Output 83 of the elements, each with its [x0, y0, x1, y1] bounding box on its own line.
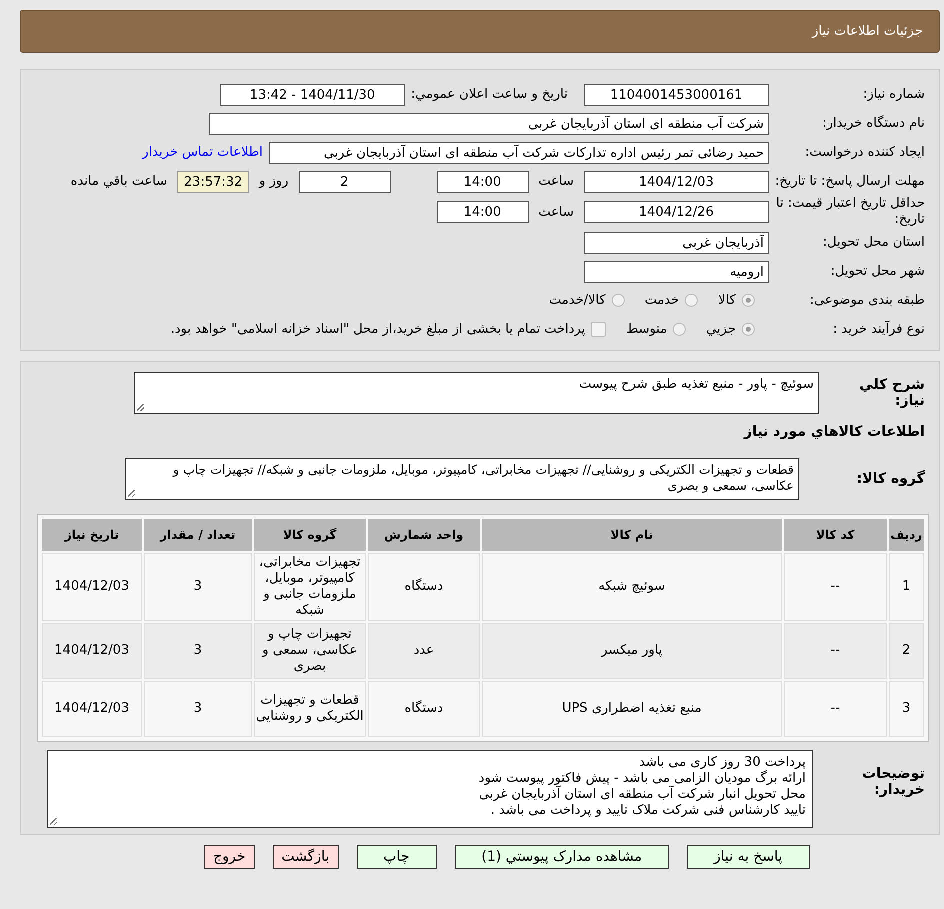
goods-group-field: قطعات و تجهیزات الکتریکی و روشنایی// تجهیزات مخابراتی، کامپیوتر، موبایل، ملزومات جانبی و شبکه// تجهیزات چاپ و عکاسی، سمعی و بصری: [125, 458, 799, 500]
field-label: ایجاد کننده درخواست:: [804, 145, 926, 160]
section-title: اطلاعات کالاهاي مورد نياز: [742, 423, 926, 442]
radio-label: خدمت: [644, 293, 680, 308]
field-label: استان محل تحویل:: [822, 235, 926, 250]
province-field: آذربایجان غربی: [584, 232, 769, 254]
action-button[interactable]: خروج: [204, 845, 255, 869]
field-label: شرح كلي نياز:: [858, 377, 926, 409]
table-cell: 3: [144, 553, 252, 621]
table-cell: دستگاه: [368, 681, 480, 737]
resize-grip-icon[interactable]: [137, 404, 144, 411]
table-cell: 3: [144, 681, 252, 737]
action-button[interactable]: پاسخ به نياز: [687, 845, 810, 869]
table-cell: عدد: [368, 623, 480, 679]
column-header: ردیف: [889, 519, 924, 551]
radio-label: کالا: [718, 293, 736, 308]
table-cell: 3: [889, 681, 924, 737]
table-cell: منبع تغذیه اضطراری UPS: [482, 681, 782, 737]
column-header: گروه کالا: [254, 519, 366, 551]
page-title: جزئیات اطلاعات نیاز: [812, 24, 923, 39]
field-label: ساعت: [538, 204, 575, 220]
column-header: واحد شمارش: [368, 519, 480, 551]
table-cell: --: [784, 553, 887, 621]
field-label: مهلت ارسال پاسخ: تا تاریخ:: [775, 174, 926, 190]
table-cell: 1404/12/03: [42, 623, 142, 679]
field-label: نوع فرآیند خرید :: [832, 322, 926, 337]
table-cell: 2: [889, 623, 924, 679]
table-cell: تجهیزات چاپ و عکاسی، سمعی و بصری: [254, 623, 366, 679]
field-label: ساعت باقي مانده: [70, 174, 168, 189]
validity-date-field: 1404/12/26: [584, 201, 769, 223]
radio-button[interactable]: [612, 294, 625, 307]
validity-time-field: 14:00: [436, 201, 529, 223]
field-label: شهر محل تحویل:: [830, 264, 926, 279]
requester-field: حمید رضائی تمر رئیس اداره تدارکات شرکت آب منطقه ای استان آذربایجان غربی: [269, 142, 769, 164]
column-header: نام کالا: [482, 519, 782, 551]
table-cell: قطعات و تجهیزات الکتریکی و روشنایی: [254, 681, 366, 737]
field-label: نام دستگاه خریدار:: [822, 116, 926, 131]
field-label: تاریخ و ساعت اعلان عمومي:: [411, 87, 568, 102]
table-cell: تجهیزات مخابراتی، کامپیوتر، موبایل، ملزومات جانبی و شبکه: [254, 553, 366, 621]
city-field: ارومیه: [584, 260, 769, 282]
announce-date-field: 1404/11/30 - 13:42: [220, 84, 406, 106]
action-button[interactable]: چاپ: [356, 845, 437, 869]
days-field: 2: [298, 170, 391, 192]
buyer-notes-field: پرداخت 30 روز کاری می باشد ارائه برگ مودیان الزامی می باشد - پیش فاکتور پیوست شود محل تحویل انبار شرکت آب منطقه ای استان آذربایجان غربی تایید کارشناس فنی شرکت ملاک تایید و پرداخت می باشد .: [47, 750, 813, 828]
action-button[interactable]: مشاهده مدارک پيوستي (1): [454, 845, 670, 869]
table-cell: 3: [144, 623, 252, 679]
resize-grip-icon[interactable]: [128, 490, 135, 497]
field-label: طبقه بندی موضوعی:: [808, 293, 926, 308]
table-cell: --: [784, 623, 887, 679]
checkbox[interactable]: [591, 322, 606, 337]
buyer-field: شرکت آب منطقه ای استان آذربایجان غربی: [209, 112, 769, 134]
field-label: گروه کالا:: [856, 471, 926, 487]
table-cell: دستگاه: [368, 553, 480, 621]
field-label: روز و: [258, 174, 290, 189]
radio-button[interactable]: [685, 294, 698, 307]
table-cell: 1: [889, 553, 924, 621]
buyer-contact-link[interactable]: اطلاعات تماس خریدار: [142, 145, 263, 160]
field-label: حداقل تاریخ اعتبار قیمت: تا تاریخ:: [775, 196, 926, 228]
deadline-date-field: 1404/12/03: [584, 170, 769, 192]
table-cell: 1404/12/03: [42, 553, 142, 621]
table-cell: سوئیچ شبکه: [482, 553, 782, 621]
column-header: تاریخ نیاز: [42, 519, 142, 551]
action-button[interactable]: بازگشت: [272, 845, 338, 869]
radio-label: کالا/خدمت: [549, 293, 606, 308]
checkbox-label: پرداخت تمام یا بخشی از مبلغ خرید،از محل "اسناد خزانه اسلامی" خواهد بود.: [170, 322, 586, 337]
need-number-field: 1104001453000161: [584, 84, 769, 106]
field-label: ساعت: [538, 174, 575, 189]
resize-grip-icon[interactable]: [50, 818, 57, 825]
table-cell: --: [784, 681, 887, 737]
radio-button[interactable]: [742, 294, 755, 307]
radio-button[interactable]: [673, 323, 686, 336]
field-label: توضیحات خریدار:: [861, 765, 926, 798]
radio-button[interactable]: [742, 323, 755, 336]
summary-field: سوئیچ - پاور - منبع تغذیه طبق شرح پیوست: [134, 372, 819, 414]
table-cell: 1404/12/03: [42, 681, 142, 737]
deadline-time-field: 14:00: [436, 170, 529, 192]
column-header: تعداد / مقدار: [144, 519, 252, 551]
column-header: کد کالا: [784, 519, 887, 551]
radio-label: جزيي: [706, 322, 736, 337]
remaining-time-field: 23:57:32: [177, 170, 250, 192]
table-cell: پاور میکسر: [482, 623, 782, 679]
radio-label: متوسط: [626, 322, 668, 337]
field-label: شماره نیاز:: [862, 87, 926, 102]
